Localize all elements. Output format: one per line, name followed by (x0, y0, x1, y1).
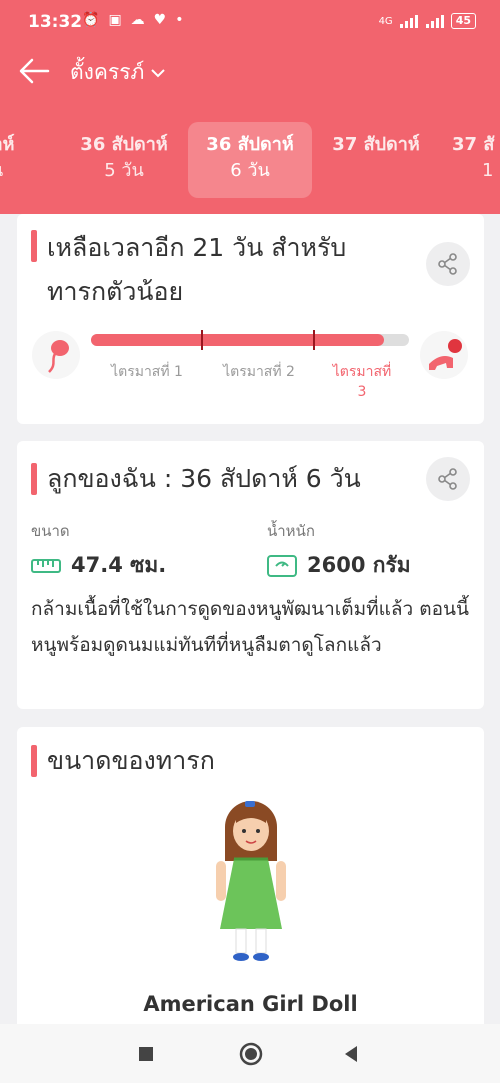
tab-week-prev-2[interactable]: ปดาห์วัน (0, 122, 54, 198)
progress-fill (91, 334, 384, 346)
signal-icon (399, 15, 418, 28)
status-time: 13:32 (28, 12, 83, 32)
scale-icon (267, 554, 297, 577)
recent-apps-button[interactable] (138, 1046, 154, 1062)
arrow-left-icon (19, 58, 50, 84)
weight-value: 2600 กรัม (267, 549, 411, 582)
size-comparison-label: American Girl Doll (143, 992, 358, 1016)
share-button-baby[interactable] (426, 457, 470, 501)
countdown-title: เหลือเวลาอีก 21 วัน สำหรับ ทารกตัวน้อย (31, 226, 346, 314)
size-label: ขนาด (31, 522, 70, 540)
trimester-2-label: ไตรมาสที่ 2 (223, 364, 295, 380)
app-header: 13:32 ⏰ ▣ ☁ ♥ • 4G 45 ตั้งครรภ์ ปดาห์วัน… (0, 0, 500, 214)
battery-indicator: 45 (450, 13, 476, 29)
tab-week-37-day-1[interactable]: 37 สั 1 (440, 122, 500, 198)
week-tabs: ปดาห์วัน 36 สัปดาห์5 วัน 36 สัปดาห์6 วัน… (0, 118, 500, 202)
doll-illustration (216, 801, 286, 961)
countdown-card: เหลือเวลาอีก 21 วัน สำหรับ ทารกตัวน้อย ไ… (17, 214, 484, 424)
tab-week-36-day-5[interactable]: 36 สัปดาห์ 5 วัน (62, 122, 186, 198)
heart-icon: ♥ (153, 12, 167, 28)
baby-size-card: ขนาดของทารก American Girl Doll (17, 727, 484, 1037)
baby-size-title: ขนาดของทารก (31, 741, 215, 781)
share-button[interactable] (426, 242, 470, 286)
ruler-icon (31, 558, 61, 573)
home-button[interactable] (239, 1042, 263, 1066)
weight-label: น้ำหนัก (267, 522, 315, 540)
signal-icon-2 (425, 15, 444, 28)
trimester-marker-2 (313, 330, 315, 350)
tab-week-37[interactable]: 37 สัปดาห์ (314, 122, 438, 198)
app-notification-icon: ▣ (108, 12, 122, 28)
cloud-icon: ☁ (130, 12, 145, 28)
baby-description: กล้ามเนื้อที่ใช้ในการดูดของหนูพัฒนาเต็มท… (31, 598, 469, 656)
status-bar: 13:32 ⏰ ▣ ☁ ♥ • 4G 45 (0, 0, 500, 44)
page-title: ตั้งครรภ์ (70, 60, 145, 84)
network-type: 4G (378, 15, 393, 27)
pregnancy-progress-bar (91, 330, 409, 350)
pregnancy-mode-dropdown[interactable]: ตั้งครรภ์ (70, 56, 166, 89)
share-icon (438, 253, 457, 275)
back-nav-button[interactable] (342, 1045, 360, 1063)
tab-week-36-day-6[interactable]: 36 สัปดาห์ 6 วัน (188, 122, 312, 198)
share-icon (438, 468, 457, 490)
trimester-3-label: ไตรมาสที่ 3 (332, 364, 392, 400)
sperm-icon (32, 331, 80, 379)
baby-crawling-icon (420, 331, 468, 379)
baby-info-card: ลูกของฉัน : 36 สัปดาห์ 6 วัน ขนาด 47.4 ซ… (17, 441, 484, 709)
chevron-down-icon (151, 68, 166, 77)
size-value: 47.4 ซม. (31, 549, 166, 582)
dot-icon: • (175, 12, 184, 28)
trimester-1-label: ไตรมาสที่ 1 (111, 364, 183, 380)
back-button[interactable] (16, 54, 56, 88)
trimester-marker-1 (201, 330, 203, 350)
system-navigation-bar (0, 1024, 500, 1083)
alarm-icon: ⏰ (82, 12, 100, 28)
baby-info-title: ลูกของฉัน : 36 สัปดาห์ 6 วัน (31, 459, 361, 499)
